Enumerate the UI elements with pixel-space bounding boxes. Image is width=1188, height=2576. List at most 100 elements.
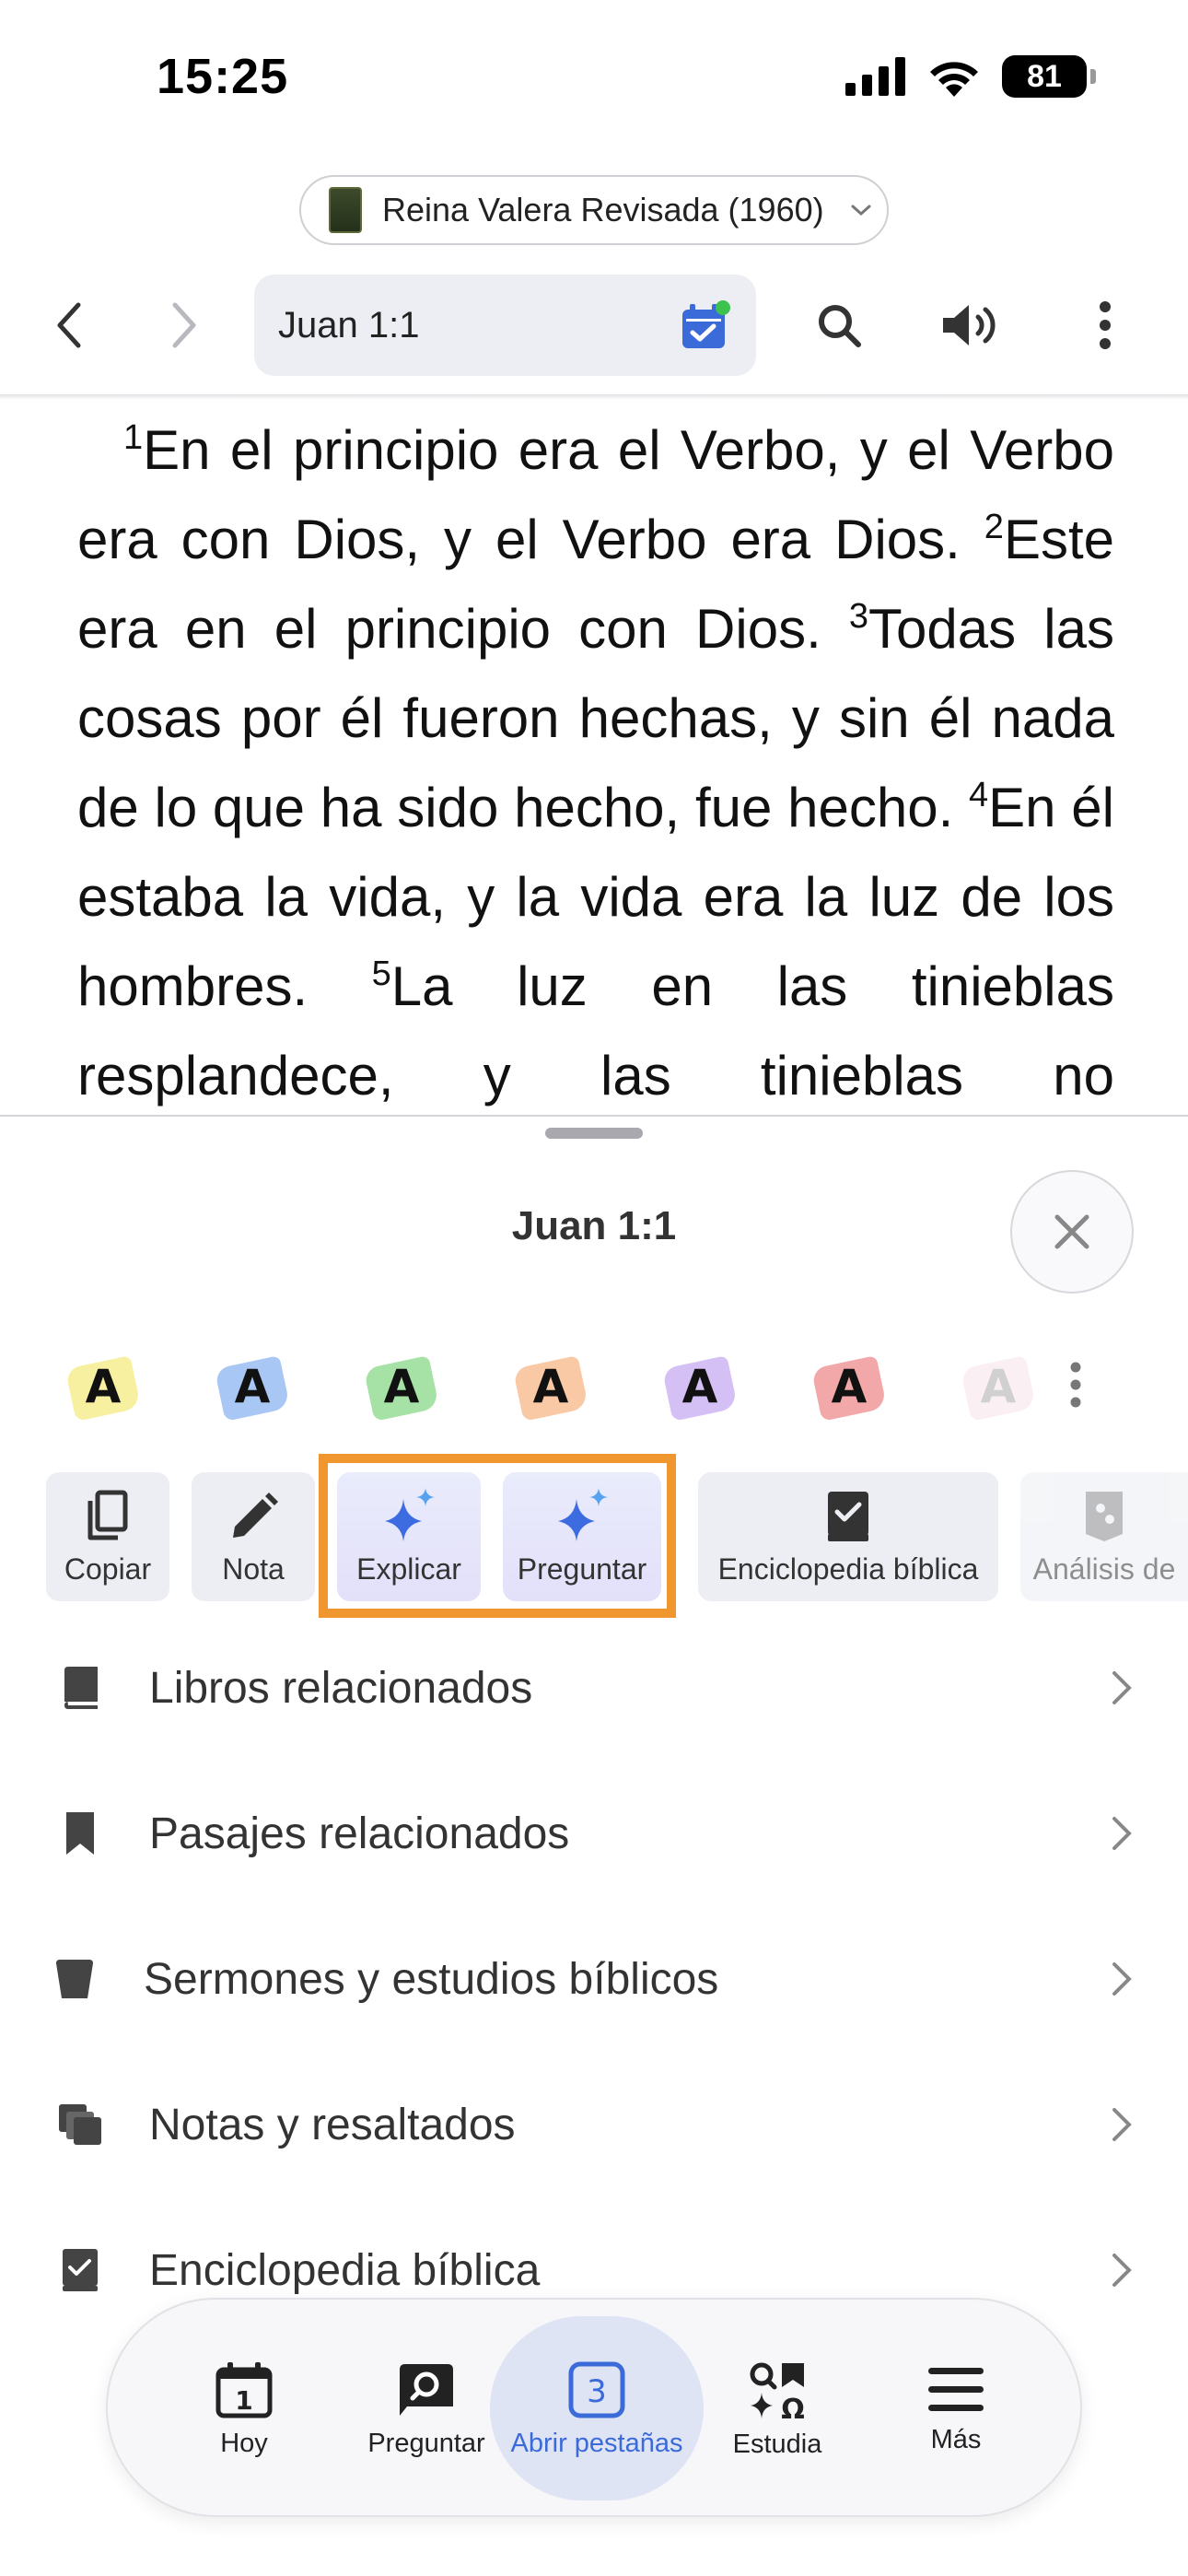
tab-study[interactable]: Ω Estudia (685, 2300, 869, 2519)
encyclopedia-icon (828, 1492, 868, 1541)
swatch-letter: A (980, 1360, 1017, 1413)
highlight-red[interactable]: A (810, 1354, 888, 1422)
ask-search-icon (400, 2363, 453, 2416)
note-label: Nota (222, 1552, 285, 1586)
verse-number: 1 (123, 418, 144, 457)
verse-number: 5 (371, 954, 391, 993)
close-button[interactable] (1010, 1170, 1134, 1294)
tab-label: Estudia (732, 2429, 822, 2459)
book-icon (57, 1665, 103, 1711)
more-vertical-icon (1070, 1362, 1081, 1408)
chevron-left-icon (57, 302, 81, 348)
tab-today[interactable]: 1 Hoy (152, 2300, 336, 2519)
chevron-right-icon (1112, 1671, 1132, 1704)
analysis-button[interactable]: Análisis de (1020, 1472, 1188, 1601)
status-bar: 15:25 81 (0, 0, 1188, 157)
swatch-letter: A (85, 1360, 122, 1413)
version-label: Reina Valera Revisada (1960) (382, 191, 824, 228)
list-item-related-passages[interactable]: Pasajes relacionados (0, 1778, 1188, 1889)
close-icon (1054, 1214, 1089, 1249)
list-item-label: Libros relacionados (149, 1663, 533, 1713)
tab-label: Preguntar (367, 2428, 485, 2458)
copy-icon (87, 1490, 128, 1540)
highlight-orange[interactable]: A (512, 1354, 589, 1422)
podium-icon (52, 1956, 98, 2002)
highlight-colors: A A A A A A A (64, 1354, 1170, 1428)
highlight-yellow[interactable]: A (64, 1354, 142, 1422)
battery-indicator: 81 (1002, 55, 1096, 98)
status-icons: 81 (845, 55, 1096, 98)
version-selector[interactable]: Reina Valera Revisada (1960) (299, 175, 889, 245)
note-button[interactable]: Nota (192, 1472, 315, 1601)
chevron-right-icon (1112, 2108, 1132, 2141)
today-badge: 1 (235, 2385, 252, 2416)
chevron-down-icon (851, 205, 871, 217)
swatch-letter: A (681, 1360, 718, 1413)
back-button[interactable] (37, 293, 101, 357)
open-tabs-count: 3 (587, 2373, 607, 2410)
tabs-count-icon: 3 (568, 2361, 625, 2418)
verse-text[interactable]: En el principio era el Verbo, y el Verbo… (77, 419, 1114, 570)
tab-label: Hoy (220, 2428, 268, 2458)
highlight-pink[interactable]: A (960, 1354, 1037, 1422)
hamburger-menu-icon (928, 2367, 984, 2411)
audio-button[interactable] (939, 293, 1004, 357)
swatch-letter: A (532, 1360, 569, 1413)
more-vertical-icon (1100, 301, 1111, 349)
cellular-signal-icon (845, 57, 905, 96)
list-item-sermons[interactable]: Sermones y estudios bíblicos (0, 1924, 1188, 2034)
encyclopedia-label: Enciclopedia bíblica (717, 1552, 979, 1586)
notes-icon (57, 2102, 103, 2148)
verse-paragraph: 1En el principio era el Verbo, y el Verb… (77, 405, 1114, 1115)
list-item-label: Sermones y estudios bíblicos (144, 1954, 719, 2004)
list-item-related-books[interactable]: Libros relacionados (0, 1633, 1188, 1743)
search-button[interactable] (807, 293, 871, 357)
wifi-icon (930, 62, 978, 97)
study-tools-icon: Ω (750, 2362, 805, 2420)
verse-number: 3 (848, 597, 869, 636)
sheet-drag-handle[interactable] (545, 1128, 643, 1139)
status-time: 15:25 (157, 49, 289, 104)
list-item-label: Enciclopedia bíblica (149, 2245, 541, 2295)
tab-label: Más (930, 2424, 982, 2454)
more-options-button[interactable] (1073, 293, 1137, 357)
reference-label: Juan 1:1 (278, 304, 420, 345)
tab-open-tabs[interactable]: 3 Abrir pestañas (505, 2300, 689, 2519)
verse-number: 4 (969, 776, 989, 814)
highlight-blue[interactable]: A (214, 1354, 291, 1422)
reader-toolbar: Juan 1:1 (0, 275, 1188, 378)
copy-button[interactable]: Copiar (46, 1472, 169, 1601)
tab-ask[interactable]: Preguntar (334, 2300, 518, 2519)
highlight-more-button[interactable] (1068, 1362, 1083, 1412)
swatch-letter: A (234, 1360, 271, 1413)
encyclopedia-button[interactable]: Enciclopedia bíblica (698, 1472, 998, 1601)
calendar-day-icon: 1 (215, 2361, 273, 2418)
chevron-right-icon (1112, 1962, 1132, 1996)
swatch-letter: A (383, 1360, 420, 1413)
ai-actions-focus-outline (319, 1454, 676, 1618)
bible-text[interactable]: 1En el principio era el Verbo, y el Verb… (77, 405, 1114, 1115)
reference-selector[interactable]: Juan 1:1 (254, 275, 756, 376)
highlight-green[interactable]: A (363, 1354, 440, 1422)
highlight-purple[interactable]: A (661, 1354, 739, 1422)
svg-text:Ω: Ω (781, 2394, 805, 2420)
list-item-label: Pasajes relacionados (149, 1809, 570, 1858)
analysis-icon (1086, 1492, 1123, 1541)
sheet-divider (0, 1115, 1188, 1117)
chevron-right-icon (1112, 1817, 1132, 1850)
verse-number: 2 (984, 508, 1004, 546)
list-item-label: Notas y resaltados (149, 2100, 516, 2149)
chevron-right-icon (172, 302, 196, 348)
forward-button[interactable] (152, 293, 216, 357)
tab-label: Abrir pestañas (510, 2428, 683, 2458)
chevron-right-icon (1112, 2254, 1132, 2287)
speaker-icon (943, 305, 996, 345)
reading-plan-calendar-icon[interactable] (679, 300, 730, 352)
bible-cover-icon (329, 187, 362, 233)
swatch-letter: A (831, 1360, 868, 1413)
tab-more[interactable]: Más (864, 2300, 1048, 2519)
list-item-notes-highlights[interactable]: Notas y resaltados (0, 2069, 1188, 2180)
analysis-label: Análisis de (1032, 1552, 1176, 1586)
search-icon (819, 305, 861, 347)
pencil-icon (233, 1493, 278, 1538)
